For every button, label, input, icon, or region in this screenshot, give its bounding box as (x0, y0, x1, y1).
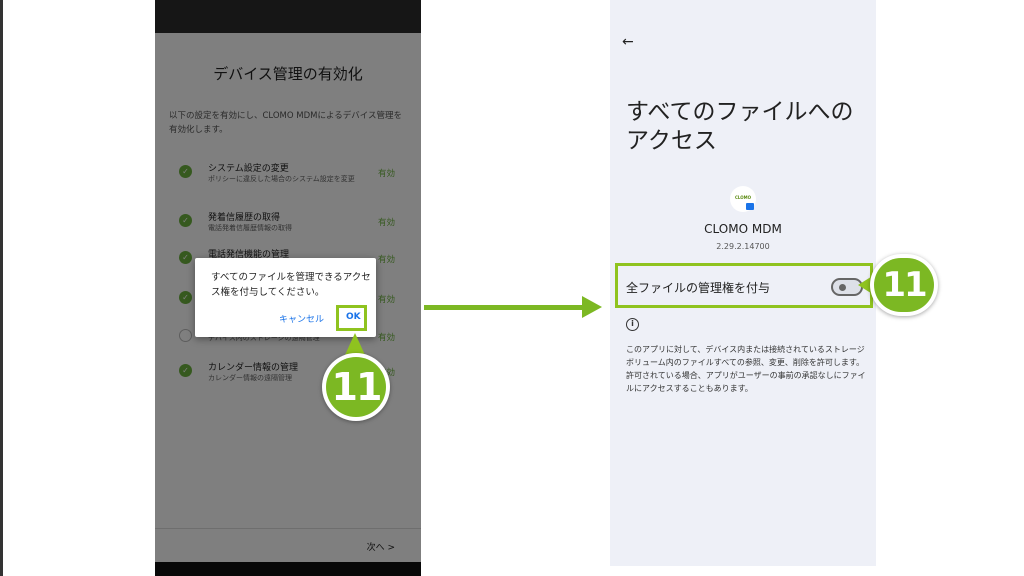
cancel-button[interactable]: キャンセル (279, 312, 324, 325)
transition-arrow-icon (582, 296, 602, 318)
page-title: すべてのファイルへのアクセス (626, 99, 854, 154)
tutorial-stage: デバイス管理の有効化 以下の設定を有効にし、CLOMO MDMによるデバイス管理… (0, 0, 1024, 576)
info-icon: i (626, 318, 639, 331)
step-badge-pointer (345, 333, 365, 355)
permission-description: このアプリに対して、デバイス内または接続されているストレージ ボリューム内のファ… (626, 345, 866, 393)
app-logo-text: CLOMO (734, 195, 752, 200)
step-badge: 11 (870, 254, 938, 316)
app-logo-icon: CLOMO (730, 186, 756, 212)
step-number: 11 (326, 357, 386, 417)
work-profile-badge-icon (746, 203, 754, 210)
step-number: 11 (874, 258, 934, 312)
app-version: 2.29.2.14700 (716, 242, 770, 251)
app-name: CLOMO MDM (704, 222, 782, 236)
ok-button[interactable]: OK (346, 312, 361, 322)
left-edge-bar (0, 0, 3, 576)
dialog-message: すべてのファイルを管理できるアクセス権を付与してください。 (211, 272, 371, 298)
left-phone-screen: デバイス管理の有効化 以下の設定を有効にし、CLOMO MDMによるデバイス管理… (155, 0, 421, 576)
transition-arrow-shaft (424, 305, 584, 310)
back-arrow-icon[interactable]: ← (622, 34, 634, 50)
access-dialog: すべてのファイルを管理できるアクセス権を付与してください。 キャンセル OK (195, 258, 376, 337)
toggle-highlight-box (615, 263, 873, 308)
step-badge: 11 (322, 353, 390, 421)
